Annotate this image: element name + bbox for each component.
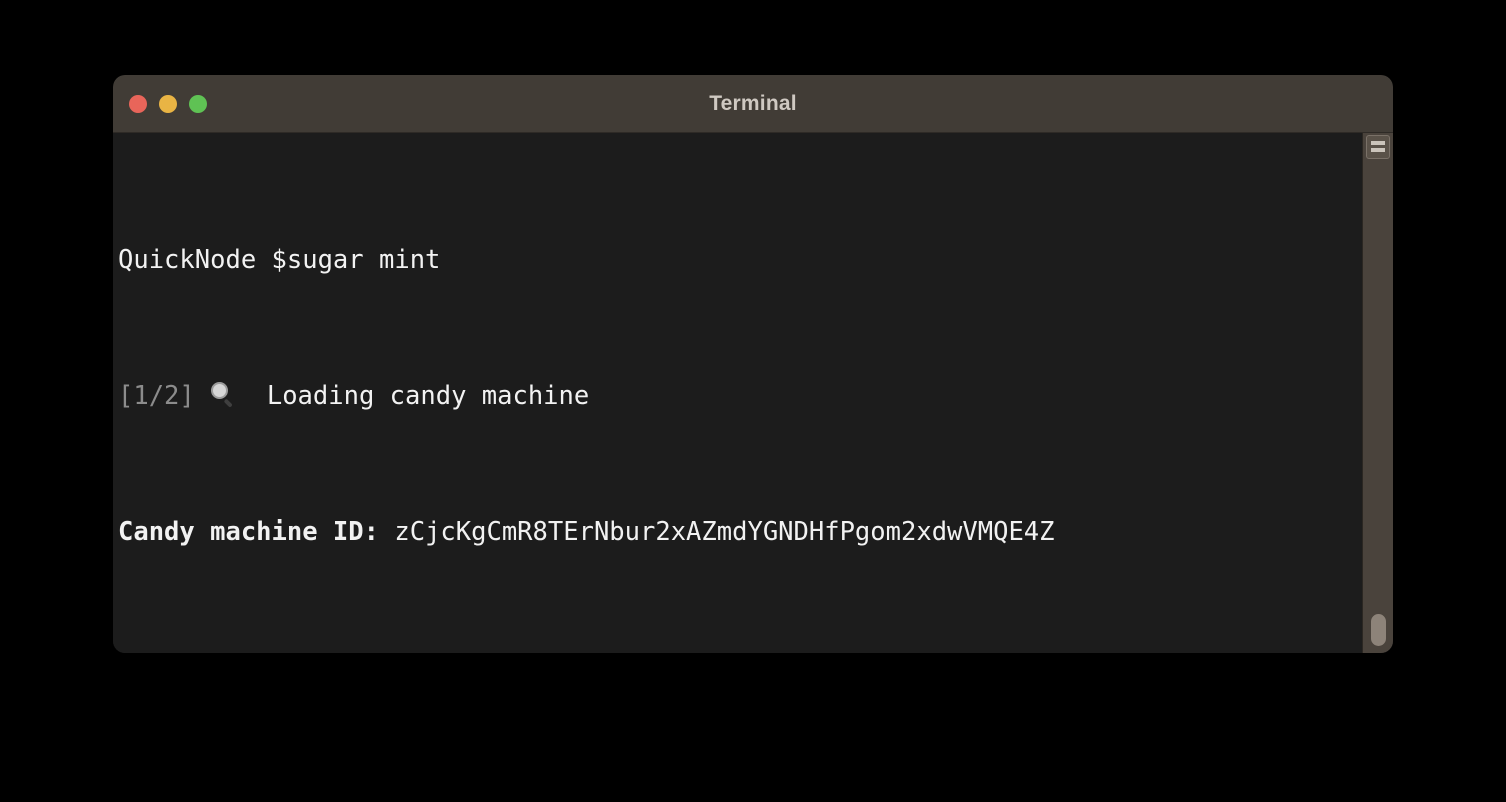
line-prompt-command: QuickNode $sugar mint bbox=[118, 243, 1363, 277]
candy-machine-label: Candy machine ID: bbox=[118, 517, 379, 547]
prompt-command-text: QuickNode $sugar mint bbox=[118, 245, 441, 275]
terminal-body[interactable]: QuickNode $sugar mint [1/2] Loading cand… bbox=[113, 133, 1393, 653]
line-done: Done bbox=[118, 651, 1363, 653]
candy-machine-id-value: zCjcKgCmR8TErNbur2xAZmdYGNDHfPgom2xdwVMQ… bbox=[394, 517, 1055, 547]
step-1-text: Loading candy machine bbox=[266, 381, 590, 411]
magnifier-icon bbox=[210, 382, 236, 408]
terminal-output[interactable]: QuickNode $sugar mint [1/2] Loading cand… bbox=[113, 133, 1363, 653]
scrollbar-thumb[interactable] bbox=[1371, 614, 1386, 646]
line-candy-machine-id: Candy machine ID: zCjcKgCmR8TErNbur2xAZm… bbox=[118, 515, 1363, 549]
step-1-tag: [1/2] bbox=[118, 381, 195, 411]
line-step-1: [1/2] Loading candy machine bbox=[118, 379, 1363, 413]
terminal-window: Terminal QuickNode $sugar mint [1/2] Loa… bbox=[113, 75, 1393, 653]
terminal-scrollbar[interactable] bbox=[1362, 133, 1393, 653]
window-title-bar[interactable]: Terminal bbox=[113, 75, 1393, 133]
split-pane-icon[interactable] bbox=[1366, 135, 1390, 159]
progress-squares-done bbox=[118, 649, 189, 653]
window-title: Terminal bbox=[709, 91, 797, 115]
